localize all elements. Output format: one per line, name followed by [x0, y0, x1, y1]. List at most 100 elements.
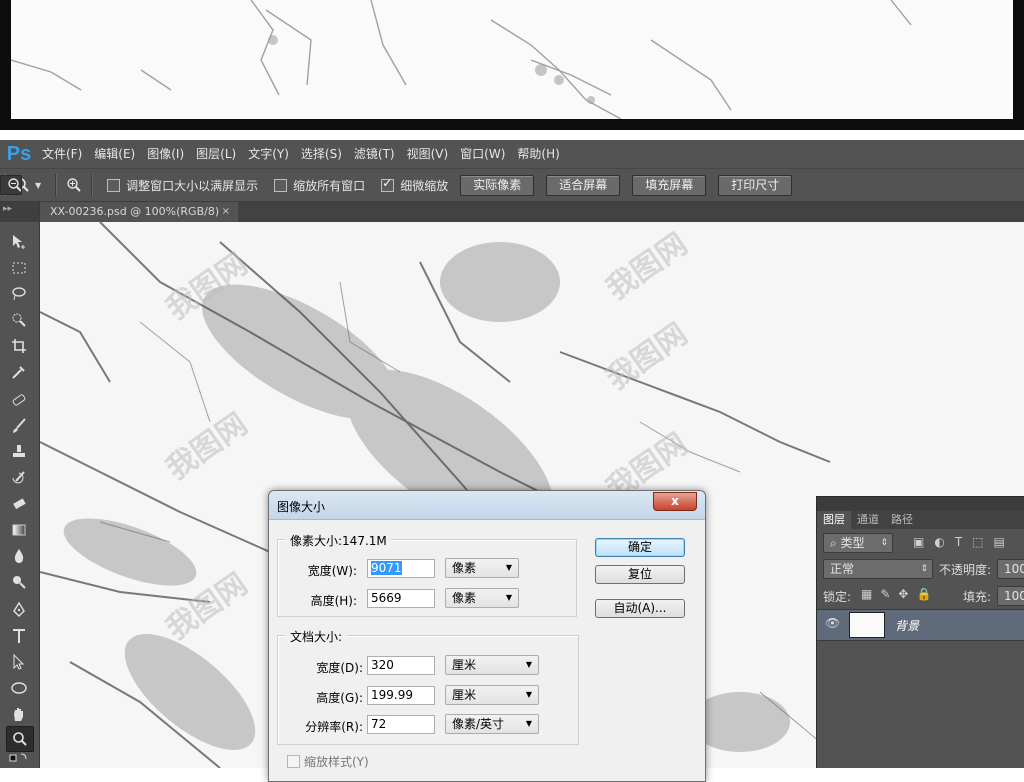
eraser-tool-icon[interactable] — [6, 492, 32, 516]
actual-pixels-button[interactable]: 实际像素 — [460, 174, 535, 196]
doc-width-label: 宽度(D): — [316, 661, 363, 675]
checkbox-box-checked[interactable] — [381, 176, 395, 192]
resolution-unit-select[interactable]: 像素/英寸 ▼ — [445, 714, 539, 734]
marquee-tool-icon[interactable] — [6, 256, 32, 280]
history-brush-tool-icon[interactable] — [6, 466, 32, 490]
menu-file[interactable]: 文件(F) — [36, 140, 88, 168]
menu-view[interactable]: 视图(V) — [401, 140, 455, 168]
reset-button[interactable]: 复位 — [595, 565, 685, 584]
doc-height-unit: 厘米 — [452, 688, 477, 702]
fill-label: 填充: — [963, 590, 992, 604]
resolution-input[interactable]: 72 — [367, 715, 435, 734]
type-filter-icon[interactable]: T — [955, 535, 962, 549]
lock-pixels-icon[interactable]: ✎ — [880, 587, 890, 601]
menu-help[interactable]: 帮助(H) — [511, 140, 565, 168]
fill-screen-button[interactable]: 填充屏幕 — [632, 174, 707, 196]
layer-row-background[interactable]: 👁 背景 — [817, 609, 1024, 641]
menu-layer[interactable]: 图层(L) — [190, 140, 242, 168]
doc-height-value: 199.99 — [371, 688, 413, 702]
auto-button[interactable]: 自动(A)... — [595, 599, 685, 618]
lock-position-icon[interactable]: ✥ — [898, 587, 908, 601]
chevron-down-icon: ▼ — [505, 593, 512, 602]
close-dialog-button[interactable]: x — [653, 492, 697, 511]
print-size-button[interactable]: 打印尺寸 — [718, 174, 793, 196]
width-unit-select[interactable]: 像素 ▼ — [445, 558, 519, 578]
move-tool-icon[interactable] — [6, 230, 32, 254]
menu-select[interactable]: 选择(S) — [295, 140, 348, 168]
resize-windows-checkbox[interactable]: 调整窗口大小以满屏显示 — [107, 177, 258, 194]
blur-tool-icon[interactable] — [6, 544, 32, 568]
layer-kind-filter[interactable]: ⌕ 类型 ⇕ — [823, 533, 893, 553]
zoom-all-windows-checkbox[interactable]: 缩放所有窗口 — [274, 177, 365, 194]
menu-window[interactable]: 窗口(W) — [454, 140, 511, 168]
lasso-tool-icon[interactable] — [6, 282, 32, 306]
doc-width-unit: 厘米 — [452, 658, 477, 672]
menu-edit[interactable]: 编辑(E) — [88, 140, 141, 168]
layers-panel-header[interactable] — [817, 497, 1024, 511]
dialog-title-bar[interactable]: 图像大小 x — [269, 491, 705, 520]
ellipse-tool-icon[interactable] — [6, 676, 32, 700]
pen-tool-icon[interactable] — [6, 598, 32, 622]
tab-paths[interactable]: 路径 — [885, 511, 919, 529]
doc-height-unit-select[interactable]: 厘米 ▼ — [445, 685, 539, 705]
scale-styles-label: 缩放样式(Y) — [304, 755, 369, 769]
tools-panel-header[interactable]: ▸▸ — [0, 202, 39, 222]
swap-colors-icon[interactable] — [6, 750, 32, 766]
ok-button[interactable]: 确定 — [595, 538, 685, 557]
clone-stamp-tool-icon[interactable] — [6, 440, 32, 464]
checkbox-box[interactable] — [107, 178, 121, 192]
zoom-tool-icon[interactable] — [6, 726, 34, 752]
path-selection-tool-icon[interactable] — [6, 650, 32, 674]
close-tab-icon[interactable]: × — [222, 202, 230, 222]
chevron-down-icon[interactable]: ▼ — [35, 181, 41, 190]
tab-layers[interactable]: 图层 — [817, 511, 851, 529]
document-tab[interactable]: XX-00236.psd @ 100%(RGB/8) × — [40, 202, 238, 222]
crop-tool-icon[interactable] — [6, 334, 32, 358]
scrubby-zoom-checkbox[interactable]: 细微缩放 — [381, 176, 448, 194]
fill-value: 100% — [1004, 589, 1024, 603]
adjustment-filter-icon[interactable]: ◐ — [934, 535, 944, 549]
height-label: 高度(H): — [310, 594, 357, 608]
height-unit-select[interactable]: 像素 ▼ — [445, 588, 519, 608]
tab-channels[interactable]: 通道 — [851, 511, 885, 529]
quick-selection-tool-icon[interactable] — [6, 308, 32, 332]
hand-tool-icon[interactable] — [6, 702, 32, 726]
zoom-out-icon[interactable] — [0, 175, 22, 195]
document-size-label: 文档大小: — [286, 628, 347, 645]
gradient-tool-icon[interactable] — [6, 518, 32, 542]
checkbox-box[interactable] — [274, 178, 288, 192]
type-tool-icon[interactable] — [6, 624, 32, 648]
doc-width-input[interactable]: 320 — [367, 656, 435, 675]
menu-type[interactable]: 文字(Y) — [242, 140, 295, 168]
doc-height-input[interactable]: 199.99 — [367, 686, 435, 705]
checkbox-box[interactable] — [287, 755, 300, 768]
width-label: 宽度(W): — [307, 564, 357, 578]
lock-label: 锁定: — [823, 590, 852, 604]
dodge-tool-icon[interactable] — [6, 570, 32, 594]
opacity-value: 100% — [1004, 562, 1024, 576]
smart-object-filter-icon[interactable]: ▤ — [994, 535, 1005, 549]
preview-frame — [0, 0, 1024, 130]
menu-filter[interactable]: 滤镜(T) — [348, 140, 401, 168]
lock-icons: ▦ ✎ ✥ 🔒 — [861, 587, 931, 601]
fill-input[interactable]: 100% — [997, 586, 1024, 606]
fit-screen-button[interactable]: 适合屏幕 — [546, 174, 621, 196]
brush-tool-icon[interactable] — [6, 414, 32, 438]
width-input[interactable]: 9071 — [367, 559, 435, 578]
zoom-in-icon[interactable] — [63, 174, 85, 196]
height-input[interactable]: 5669 — [367, 589, 435, 608]
menu-image[interactable]: 图像(I) — [141, 140, 190, 168]
layers-panel-tabs: 图层 通道 路径 — [817, 511, 1024, 529]
shape-filter-icon[interactable]: ⬚ — [972, 535, 983, 549]
scale-styles-checkbox[interactable]: 缩放样式(Y) — [287, 753, 369, 770]
lock-all-icon[interactable]: 🔒 — [916, 587, 931, 601]
opacity-input[interactable]: 100% — [997, 559, 1024, 579]
pixel-filter-icon[interactable]: ▣ — [913, 535, 924, 549]
doc-width-unit-select[interactable]: 厘米 ▼ — [445, 655, 539, 675]
lock-transparency-icon[interactable]: ▦ — [861, 587, 872, 601]
tools-panel: ▸▸ — [0, 202, 40, 768]
healing-brush-tool-icon[interactable] — [6, 388, 32, 412]
eyedropper-tool-icon[interactable] — [6, 360, 32, 384]
eye-icon[interactable]: 👁 — [825, 616, 840, 630]
blend-mode-select[interactable]: 正常 ⇕ — [823, 559, 933, 579]
